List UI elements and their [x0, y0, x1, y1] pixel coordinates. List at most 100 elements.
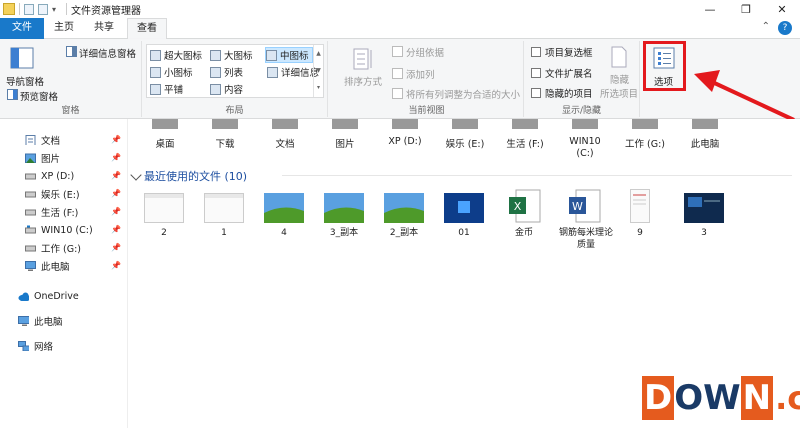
- tab-home[interactable]: 主页: [46, 18, 82, 39]
- landscape-image-icon[interactable]: [384, 193, 424, 223]
- drive-icon: [25, 173, 36, 180]
- tab-file[interactable]: 文件: [0, 18, 44, 39]
- add-column-button[interactable]: 添加列: [406, 67, 435, 81]
- current-view-group-label: 当前视图: [408, 106, 445, 116]
- watermark-n: N: [740, 376, 774, 420]
- screenshot-thumbnail-icon[interactable]: [144, 193, 184, 223]
- quick-access-dropdown-icon[interactable]: ▾: [52, 5, 56, 14]
- layout-medium-icons[interactable]: 中图标: [265, 47, 313, 63]
- ribbon-tabs: 文件 主页 共享 查看 ⌃ ?: [0, 18, 800, 40]
- list-icon: [210, 66, 221, 78]
- folder-icon[interactable]: [3, 3, 15, 15]
- details-pane-icon: [66, 46, 77, 57]
- sort-by-button[interactable]: 排序方式: [344, 74, 382, 88]
- nav-item-onedrive[interactable]: OneDrive: [18, 287, 142, 305]
- navigation-pane-icon[interactable]: [10, 47, 34, 69]
- layout-tiles[interactable]: 平铺: [150, 81, 183, 97]
- tab-share[interactable]: 共享: [86, 18, 122, 39]
- pin-icon[interactable]: 📌: [111, 135, 121, 144]
- preview-pane-button[interactable]: 预览窗格: [20, 89, 58, 103]
- tab-view[interactable]: 查看: [127, 18, 167, 40]
- drive-icon: [25, 245, 36, 252]
- maximize-button[interactable]: ❐: [728, 0, 764, 18]
- layout-extra-large-icons[interactable]: 超大图标: [150, 47, 202, 63]
- recent-files-header[interactable]: 最近使用的文件 (10): [130, 168, 247, 184]
- group-by-icon: [392, 46, 403, 57]
- frequent-folder-this-pc[interactable]: 此电脑: [670, 136, 740, 150]
- nav-label: 此电脑: [34, 317, 63, 328]
- file-extensions-label: 文件扩展名: [545, 69, 593, 80]
- layout-list[interactable]: 列表: [210, 64, 243, 80]
- dark-screenshot-thumbnail-icon[interactable]: [684, 193, 724, 223]
- screenshot-thumbnail-icon[interactable]: [204, 193, 244, 223]
- nav-label: 网络: [34, 342, 54, 353]
- pin-icon[interactable]: 📌: [111, 189, 121, 198]
- nav-label: XP (D:): [41, 170, 75, 182]
- item-checkboxes-checkbox[interactable]: [531, 47, 541, 57]
- drive-icon[interactable]: [632, 119, 658, 129]
- windows-wallpaper-icon[interactable]: [444, 193, 484, 223]
- file-extensions-checkbox[interactable]: [531, 68, 541, 78]
- collapse-ribbon-icon[interactable]: ⌃: [762, 21, 770, 35]
- nav-label: 娱乐 (E:): [41, 190, 80, 201]
- recent-file-label: 1: [221, 228, 227, 238]
- excel-file-icon[interactable]: X: [508, 189, 542, 225]
- folder-icon[interactable]: [212, 119, 238, 129]
- landscape-image-icon[interactable]: [324, 193, 364, 223]
- layout-details[interactable]: 详细信息: [267, 64, 319, 80]
- pin-icon[interactable]: 📌: [111, 171, 121, 180]
- sort-by-icon[interactable]: [352, 46, 374, 72]
- nav-label: 图片: [41, 154, 61, 165]
- pin-icon[interactable]: 📌: [111, 243, 121, 252]
- group-by-button[interactable]: 分组依据: [406, 45, 444, 59]
- drive-icon[interactable]: [512, 119, 538, 129]
- drive-icon[interactable]: [392, 119, 418, 129]
- layout-label: 小图标: [164, 68, 193, 79]
- hide-selected-icon[interactable]: [610, 46, 628, 68]
- hidden-items-label: 隐藏的项目: [545, 89, 593, 100]
- pin-icon[interactable]: 📌: [111, 207, 121, 216]
- document-thumbnail-icon[interactable]: [630, 189, 650, 223]
- computer-icon[interactable]: [692, 119, 718, 129]
- tiles-icon: [150, 83, 161, 95]
- minimize-button[interactable]: —: [692, 0, 728, 18]
- nav-label: WIN10 (C:): [41, 224, 93, 236]
- folder-icon[interactable]: [332, 119, 358, 129]
- help-icon[interactable]: ?: [778, 21, 792, 35]
- word-file-icon[interactable]: W: [568, 189, 602, 225]
- pin-icon[interactable]: 📌: [111, 225, 121, 234]
- pin-icon[interactable]: 📌: [111, 153, 121, 162]
- selected-items-button[interactable]: 所选项目: [600, 86, 638, 100]
- folder-icon[interactable]: [272, 119, 298, 129]
- layout-large-icons[interactable]: 大图标: [210, 47, 253, 63]
- navigation-pane-button[interactable]: 导航窗格: [6, 74, 44, 88]
- nav-label: 工作 (G:): [41, 244, 81, 255]
- layout-group: 超大图标 大图标 中图标 小图标 列表 详细信息 平铺 内容 ▲ ▼ ▾ 布局: [142, 41, 328, 117]
- close-button[interactable]: ✕: [764, 0, 800, 18]
- drive-icon: [25, 191, 36, 198]
- recent-file-label: 3: [701, 228, 707, 238]
- layout-content[interactable]: 内容: [210, 81, 243, 97]
- fit-columns-button[interactable]: 将所有列调整为合适的大小: [406, 87, 520, 101]
- nav-item-network[interactable]: 网络: [18, 337, 142, 355]
- new-folder-icon[interactable]: [38, 3, 48, 15]
- drive-icon[interactable]: [452, 119, 478, 129]
- properties-icon[interactable]: [24, 3, 34, 15]
- landscape-image-icon[interactable]: [264, 193, 304, 223]
- hidden-items-checkbox[interactable]: [531, 88, 541, 98]
- nav-label: 生活 (F:): [41, 208, 79, 219]
- layout-gallery-scroll[interactable]: ▲ ▼ ▾: [313, 45, 323, 97]
- extra-large-icons-icon: [150, 49, 161, 61]
- drive-icon[interactable]: [572, 119, 598, 129]
- folder-icon[interactable]: [152, 119, 178, 129]
- fit-columns-icon: [392, 88, 403, 99]
- layout-label: 列表: [224, 68, 244, 79]
- current-view-group: 排序方式 分组依据 添加列 将所有列调整为合适的大小 当前视图: [330, 41, 524, 117]
- hide-button[interactable]: 隐藏: [610, 72, 629, 86]
- nav-item-this-pc[interactable]: 此电脑: [18, 312, 142, 330]
- layout-small-icons[interactable]: 小图标: [150, 64, 193, 80]
- details-icon: [267, 66, 278, 78]
- details-pane-button[interactable]: 详细信息窗格: [79, 46, 136, 60]
- pin-icon[interactable]: 📌: [111, 261, 121, 270]
- computer-icon: [18, 316, 29, 326]
